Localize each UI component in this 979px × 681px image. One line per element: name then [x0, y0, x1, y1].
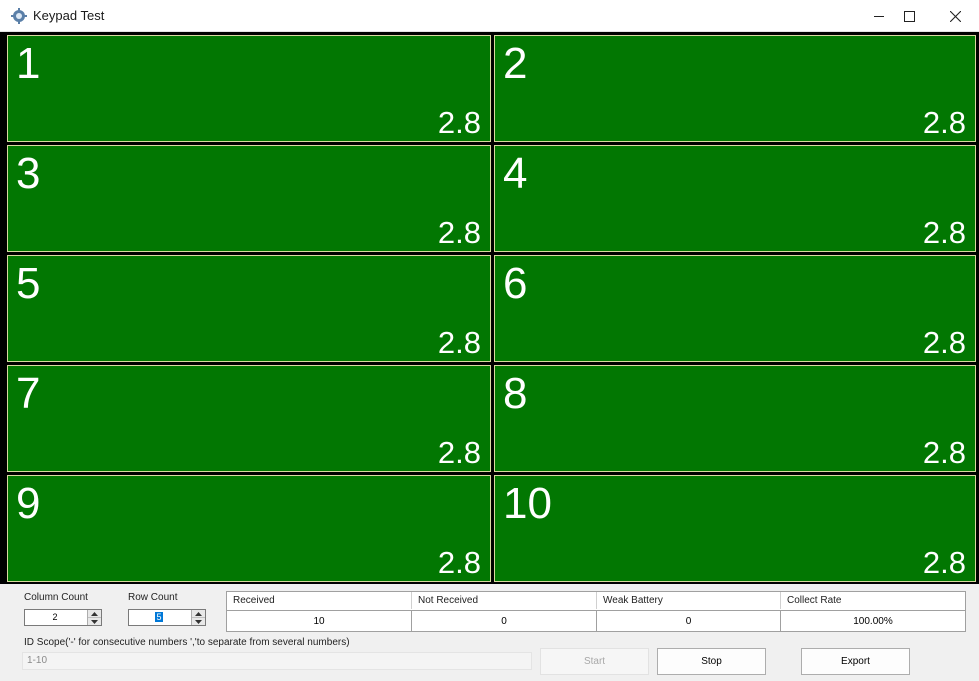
maximize-icon — [903, 10, 915, 22]
weak-battery-value: 0 — [597, 610, 781, 631]
keypad-cell[interactable]: 1 2.8 — [7, 35, 491, 142]
keypad-value: 2.8 — [437, 215, 481, 250]
keypad-value: 2.8 — [437, 435, 481, 470]
spin-down-icon[interactable] — [192, 618, 205, 625]
keypad-id: 10 — [503, 479, 552, 528]
keypad-value: 2.8 — [922, 105, 966, 140]
row-count-value: 5 — [129, 610, 189, 625]
column-count-stepper[interactable]: 2 — [24, 609, 102, 626]
stats-header: Weak Battery — [597, 592, 781, 609]
keypad-value: 2.8 — [922, 325, 966, 360]
maximize-button[interactable] — [886, 0, 932, 32]
spin-buttons — [87, 610, 101, 625]
keypad-value: 2.8 — [922, 545, 966, 580]
keypad-value: 2.8 — [922, 435, 966, 470]
minimize-icon — [873, 15, 884, 17]
keypad-cell[interactable]: 7 2.8 — [7, 365, 491, 472]
spin-buttons — [191, 610, 205, 625]
keypad-value: 2.8 — [437, 325, 481, 360]
spin-up-icon[interactable] — [192, 610, 205, 618]
stats-header: Collect Rate — [781, 592, 965, 609]
stop-button[interactable]: Stop — [657, 648, 766, 675]
export-button[interactable]: Export — [801, 648, 910, 675]
keypad-id: 1 — [16, 39, 41, 88]
keypad-value: 2.8 — [437, 545, 481, 580]
keypad-cell[interactable]: 3 2.8 — [7, 145, 491, 252]
title-bar: Keypad Test — [0, 0, 979, 32]
keypad-cell[interactable]: 6 2.8 — [494, 255, 976, 362]
keypad-id: 5 — [16, 259, 41, 308]
stats-header: Not Received — [412, 592, 597, 609]
id-scope-label: ID Scope('-' for consecutive numbers ','… — [24, 637, 350, 648]
not-received-value: 0 — [412, 610, 597, 631]
gear-icon — [11, 8, 27, 24]
row-count-selection: 5 — [155, 612, 163, 622]
keypad-id: 2 — [503, 39, 528, 88]
column-count-value: 2 — [52, 612, 58, 622]
keypad-value: 2.8 — [437, 105, 481, 140]
start-button[interactable]: Start — [540, 648, 649, 675]
keypad-id: 6 — [503, 259, 528, 308]
row-count-label: Row Count — [128, 592, 178, 603]
collect-rate-value: 100.00% — [781, 610, 965, 631]
row-count-stepper[interactable]: 5 — [128, 609, 206, 626]
received-value: 10 — [227, 610, 412, 631]
keypad-grid: 1 2.8 2 2.8 3 2.8 4 2.8 5 2.8 6 2.8 7 2.… — [0, 32, 979, 584]
keypad-cell[interactable]: 5 2.8 — [7, 255, 491, 362]
keypad-value: 2.8 — [922, 215, 966, 250]
spin-up-icon[interactable] — [88, 610, 101, 618]
column-count-label: Column Count — [24, 592, 88, 603]
keypad-id: 7 — [16, 369, 41, 418]
keypad-id: 8 — [503, 369, 528, 418]
stats-table: Received Not Received Weak Battery Colle… — [226, 591, 966, 632]
keypad-cell[interactable]: 4 2.8 — [494, 145, 976, 252]
spin-down-icon[interactable] — [88, 618, 101, 625]
close-icon — [949, 10, 961, 22]
keypad-cell[interactable]: 9 2.8 — [7, 475, 491, 582]
close-button[interactable] — [932, 0, 978, 32]
stats-header: Received — [227, 592, 412, 609]
keypad-id: 9 — [16, 479, 41, 528]
keypad-cell[interactable]: 8 2.8 — [494, 365, 976, 472]
keypad-id: 4 — [503, 149, 528, 198]
keypad-cell[interactable]: 2 2.8 — [494, 35, 976, 142]
window-title: Keypad Test — [33, 8, 105, 23]
keypad-id: 3 — [16, 149, 41, 198]
control-panel: Column Count 2 Row Count 5 Received Not … — [0, 584, 979, 681]
id-scope-input[interactable]: 1-10 — [22, 652, 532, 670]
keypad-cell[interactable]: 10 2.8 — [494, 475, 976, 582]
